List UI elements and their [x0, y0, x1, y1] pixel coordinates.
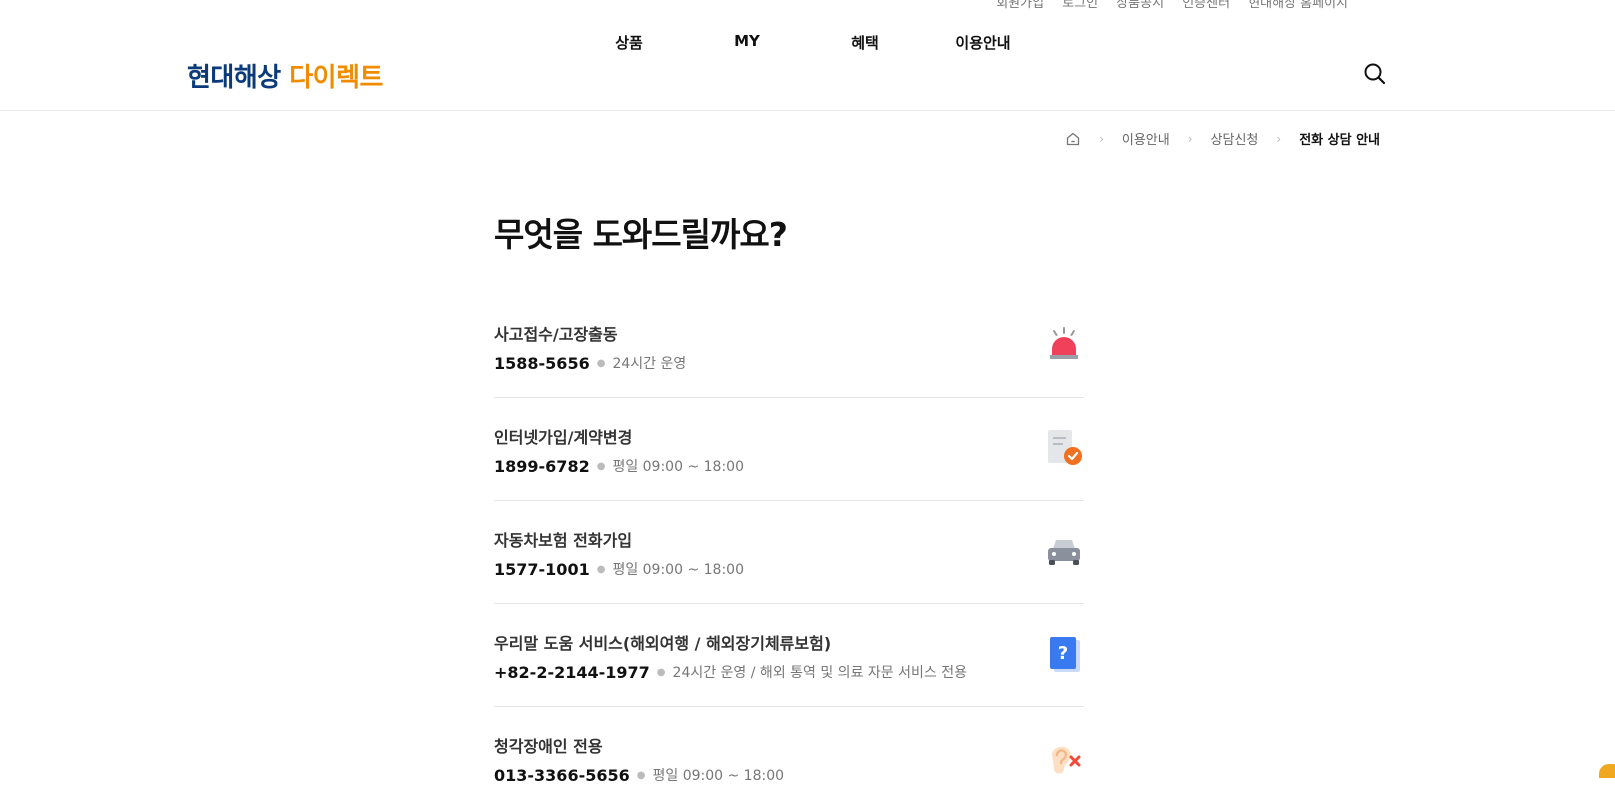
contact-name: 우리말 도움 서비스(해외여행 / 해외장기체류보험)	[494, 634, 832, 653]
util-link-join[interactable]: 회원가입	[996, 0, 1044, 11]
contact-name: 인터넷가입/계약변경	[494, 428, 633, 447]
contact-name: 청각장애인 전용	[494, 737, 603, 756]
contact-list: 사고접수/고장출동 1588-5656 ● 24시간 운영 인터넷가입/계약변경…	[494, 295, 1084, 810]
contact-hours: 평일 09:00 ~ 18:00	[612, 459, 744, 475]
car-icon	[1048, 540, 1080, 565]
question-book-icon: ?	[1050, 637, 1080, 672]
svg-text:?: ?	[1058, 643, 1068, 664]
list-item: 자동차보험 전화가입 1577-1001 ● 평일 09:00 ~ 18:00	[494, 501, 1084, 604]
contact-hours: 24시간 운영 / 해외 통역 및 의료 자문 서비스 전용	[672, 665, 967, 681]
ear-x-icon	[1052, 746, 1081, 774]
logo-text-hyundai: 현대해상	[187, 63, 281, 93]
logo-text-direct: 다이렉트	[289, 63, 383, 93]
contact-hours: 평일 09:00 ~ 18:00	[612, 562, 744, 578]
page-title: 무엇을 도와드릴까요?	[494, 215, 788, 254]
breadcrumb-item-guide[interactable]: 이용안내	[1122, 129, 1170, 148]
contact-name: 사고접수/고장출동	[494, 325, 618, 344]
nav-item-benefits[interactable]: 혜택	[806, 32, 924, 53]
util-link-disclosure[interactable]: 상품공시	[1116, 0, 1164, 11]
util-link-homepage[interactable]: 현대해상 홈페이지	[1248, 0, 1348, 11]
contact-phone[interactable]: 1577-1001	[494, 560, 590, 579]
contact-phone[interactable]: 1588-5656	[494, 354, 590, 373]
utility-nav: 회원가입· 로그인· 상품공시· 인증센터· 현대해상 홈페이지	[996, 0, 1348, 11]
chevron-right-icon: ›	[1099, 131, 1104, 146]
home-icon[interactable]	[1065, 131, 1081, 147]
contact-phone[interactable]: +82-2-2144-1977	[494, 663, 650, 682]
util-link-login[interactable]: 로그인	[1062, 0, 1098, 11]
logo[interactable]: 현대해상 다이렉트	[187, 57, 383, 94]
search-icon	[1364, 63, 1386, 85]
chatbot-mascot-icon[interactable]	[1599, 764, 1615, 778]
breadcrumb: › 이용안내 › 상담신청 › 전화 상담 안내	[1065, 129, 1380, 148]
list-item: 사고접수/고장출동 1588-5656 ● 24시간 운영	[494, 295, 1084, 398]
site-header: 회원가입· 로그인· 상품공시· 인증센터· 현대해상 홈페이지 현대해상 다이…	[0, 0, 1615, 111]
contact-phone[interactable]: 013-3366-5656	[494, 766, 630, 785]
contact-name: 자동차보험 전화가입	[494, 531, 633, 550]
contact-hours: 24시간 운영	[612, 356, 687, 372]
main-nav: 상품 MY 혜택 이용안내	[570, 32, 1042, 53]
nav-item-my[interactable]: MY	[688, 32, 806, 53]
list-item: 인터넷가입/계약변경 1899-6782 ● 평일 09:00 ~ 18:00	[494, 398, 1084, 501]
document-check-icon	[1048, 430, 1082, 465]
nav-item-guide[interactable]: 이용안내	[924, 32, 1042, 53]
chevron-right-icon: ›	[1276, 131, 1282, 146]
contact-phone[interactable]: 1899-6782	[494, 457, 590, 476]
util-link-cert[interactable]: 인증센터	[1182, 0, 1230, 11]
list-item: 우리말 도움 서비스(해외여행 / 해외장기체류보험) +82-2-2144-1…	[494, 604, 1084, 707]
nav-item-products[interactable]: 상품	[570, 32, 688, 53]
search-button[interactable]	[1362, 61, 1388, 87]
list-item: 청각장애인 전용 013-3366-5656 ● 평일 09:00 ~ 18:0…	[494, 707, 1084, 810]
chevron-right-icon: ›	[1187, 131, 1193, 146]
breadcrumb-item-consult[interactable]: 상담신청	[1211, 129, 1259, 148]
siren-icon	[1050, 327, 1078, 359]
breadcrumb-current: 전화 상담 안내	[1299, 133, 1380, 148]
contact-hours: 평일 09:00 ~ 18:00	[652, 768, 785, 784]
